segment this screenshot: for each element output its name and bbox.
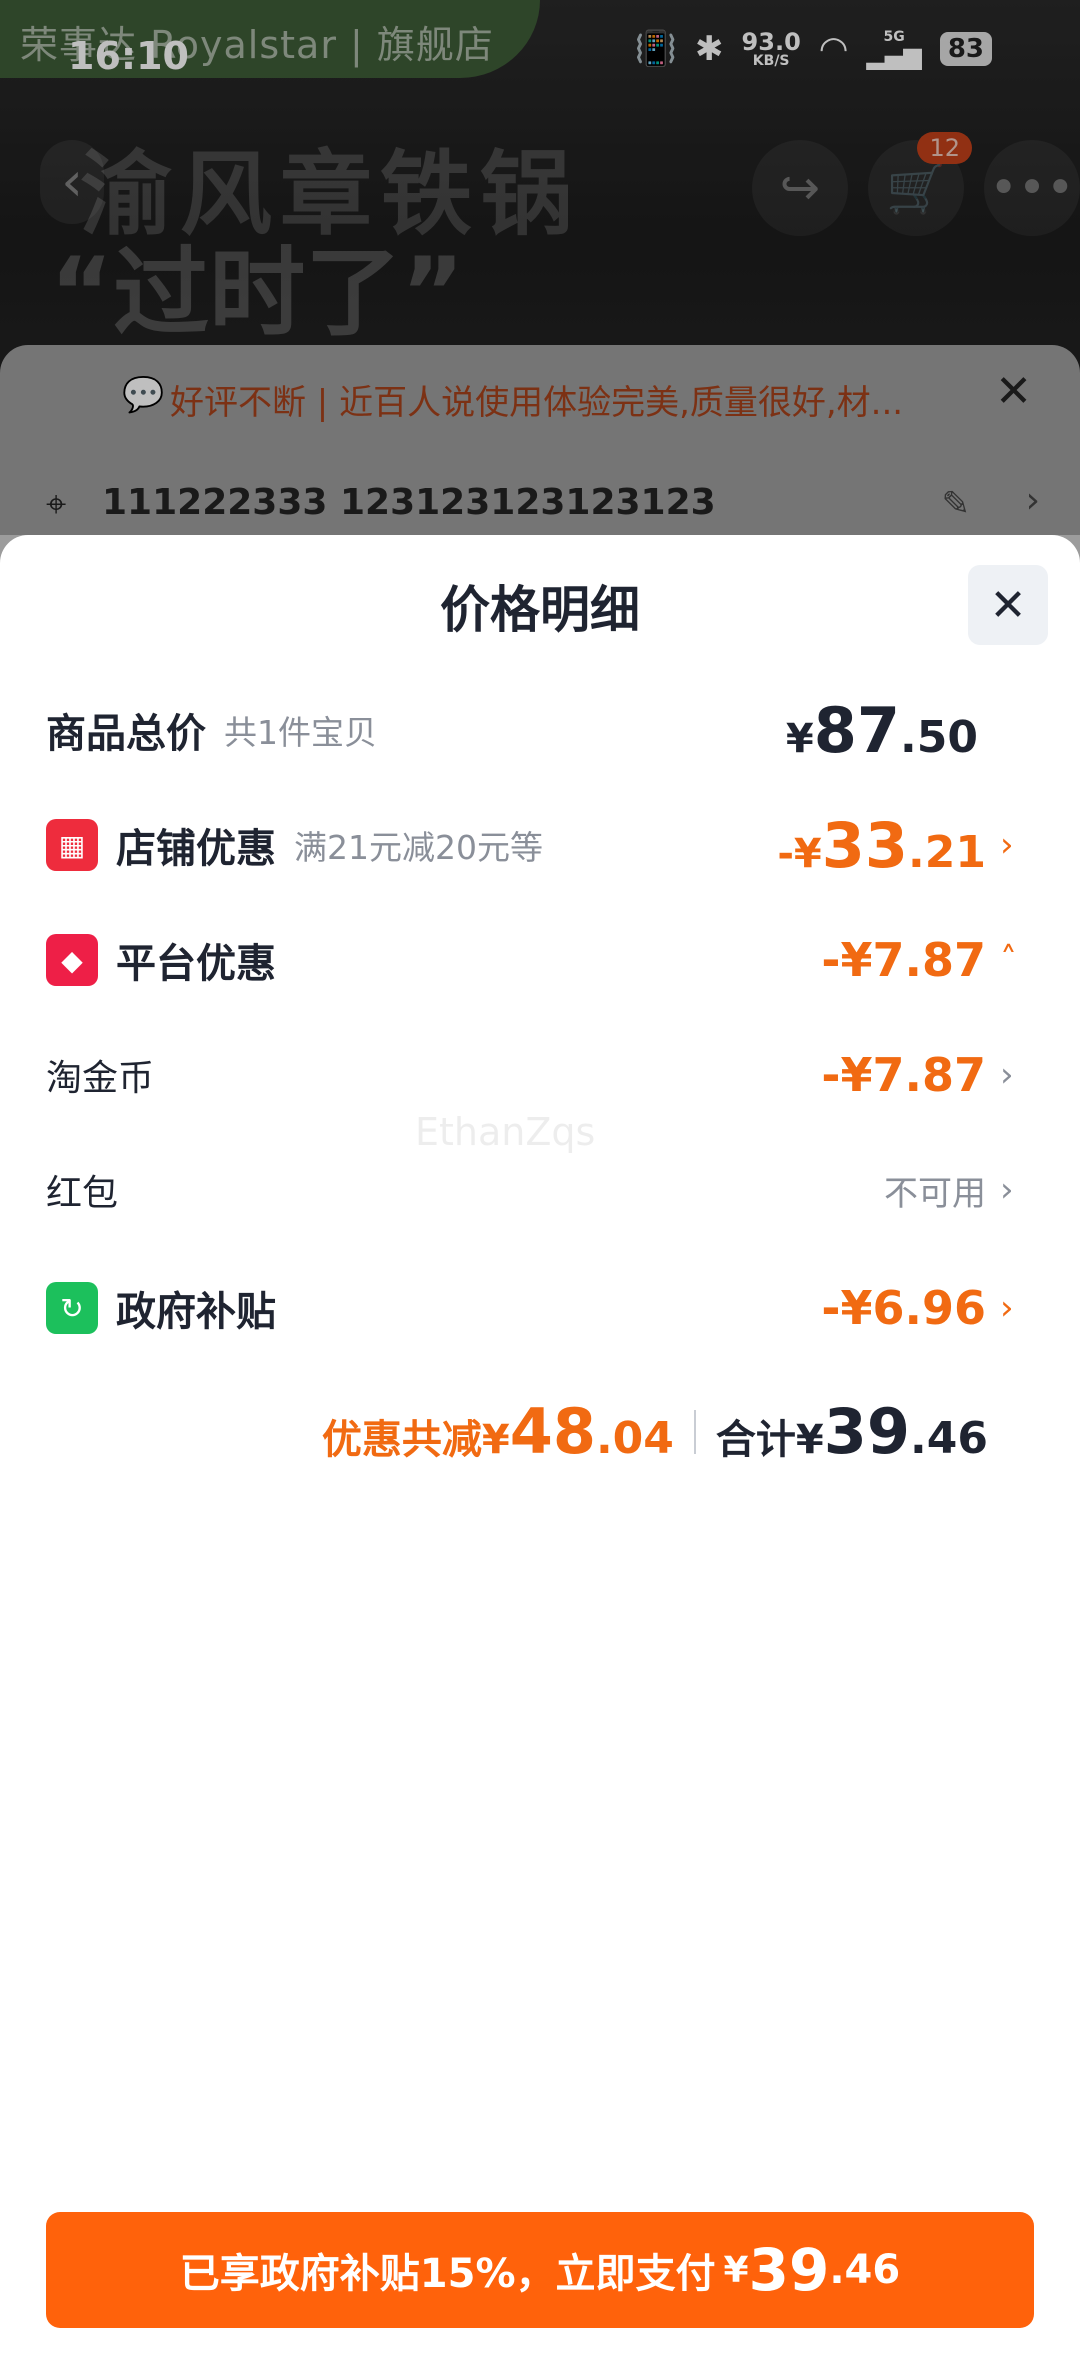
address-text[interactable]: 111222333 123123123123123 [102, 482, 716, 523]
row-store-discount[interactable]: ▦ 店铺优惠 满21元减20元等 -¥ 33 .21 › [46, 800, 1028, 890]
product-page-background: 荣事达 Royalstar | 旗舰店 16:10 📳 ✱ 93.0 KB/S … [0, 0, 1080, 600]
cellular-signal-icon: 5G ▂▄▆ [866, 29, 922, 70]
red-packet-label: 红包 [46, 1173, 119, 1214]
header-actions: ↪ 🛒 12 ••• [752, 132, 1080, 236]
row-gov-subsidy[interactable]: ↻ 政府补贴 -¥6.96 › [46, 1263, 1028, 1353]
net-speed: 93.0 KB/S [742, 30, 801, 68]
chevron-right-icon: › [1000, 825, 1014, 865]
row-taojinbi[interactable]: 淘金币 -¥7.87 › [46, 1030, 1028, 1120]
close-review-icon[interactable]: ✕ [995, 366, 1032, 417]
edit-icon[interactable]: ✎ [942, 484, 971, 524]
chat-icon: 💬 [122, 375, 165, 415]
close-button[interactable]: ✕ [968, 565, 1048, 645]
status-icons: 📳 ✱ 93.0 KB/S ◠ 5G ▂▄▆ 83 [635, 30, 992, 68]
row-red-packet[interactable]: 红包 不可用 › [46, 1145, 1028, 1235]
platform-discount-amount: -¥7.87 [821, 933, 986, 987]
store-discount-prefix: -¥ [777, 830, 822, 877]
taojinbi-label: 淘金币 [46, 1058, 155, 1099]
discount-total-int: 48 [509, 1395, 596, 1468]
total-price-amount: ¥ 87 .50 [786, 694, 978, 767]
vibrate-icon: 📳 [634, 29, 678, 69]
platform-discount-label: 平台优惠 [116, 941, 276, 987]
pay-button-text: 已享政府补贴15%，立即支付 [179, 2251, 716, 2297]
taojinbi-amount: -¥7.87 [821, 1048, 986, 1102]
battery-indicator: 83 [939, 32, 992, 66]
store-discount-label: 店铺优惠 [116, 826, 276, 872]
item-count: 共1件宝贝 [224, 713, 377, 752]
gov-subsidy-label: 政府补贴 [116, 1289, 276, 1335]
store-discount-dec: .21 [908, 826, 986, 878]
more-icon[interactable]: ••• [984, 140, 1080, 236]
pay-button-dec: .46 [829, 2247, 901, 2293]
cart-badge: 12 [917, 132, 972, 164]
store-icon: ▦ [46, 819, 98, 871]
subsidy-icon: ↻ [46, 1282, 98, 1334]
pay-button-int: 39 [748, 2236, 830, 2304]
share-icon[interactable]: ↪ [752, 140, 848, 236]
wifi-icon: ◠ [818, 29, 849, 69]
row-total-price: 商品总价 共1件宝贝 ¥ 87 .50 [46, 685, 1028, 775]
grand-total-int: 39 [823, 1395, 911, 1468]
red-packet-status: 不可用 [884, 1173, 986, 1214]
total-price-label: 商品总价 [46, 711, 206, 757]
total-dec: .50 [900, 711, 978, 763]
bluetooth-icon: ✱ [695, 29, 724, 69]
discount-total-label: 优惠共减¥ [321, 1417, 510, 1463]
pay-button-currency: ¥ [723, 2249, 749, 2291]
store-discount-rule: 满21元减20元等 [294, 828, 543, 867]
review-banner-text: 好评不断 | 近百人说使用体验完美,质量很好,材... [170, 383, 904, 423]
chevron-right-icon: › [1000, 1288, 1014, 1328]
status-time: 16:10 [68, 34, 189, 78]
gov-subsidy-amount: -¥6.96 [821, 1281, 986, 1335]
close-icon: ✕ [989, 579, 1027, 631]
location-icon: ⌖ [46, 484, 67, 525]
watermark: EthanZqs [415, 1110, 596, 1154]
poster-subtitle: “过时了” [50, 237, 465, 349]
net-speed-value: 93.0 [741, 28, 801, 56]
grand-total-label: 合计¥ [715, 1417, 824, 1463]
cart-icon[interactable]: 🛒 12 [868, 132, 972, 236]
discount-total-dec: .04 [595, 1413, 674, 1464]
price-detail-sheet: 价格明细 ✕ 商品总价 共1件宝贝 ¥ 87 .50 ▦ 店铺优惠 满21元减2… [0, 535, 1080, 2374]
net-speed-unit: KB/S [752, 53, 790, 69]
chevron-right-icon: › [1000, 1170, 1014, 1210]
total-int: 87 [813, 693, 901, 767]
address-chevron-icon[interactable]: › [1026, 480, 1040, 521]
row-platform-discount[interactable]: ◆ 平台优惠 -¥7.87 ˄ [46, 915, 1028, 1005]
sheet-title: 价格明细 [440, 581, 640, 639]
summary-divider [693, 1409, 696, 1454]
store-discount-amount: -¥ 33 .21 [777, 809, 986, 882]
tag-icon: ◆ [46, 934, 98, 986]
chevron-right-icon: › [1000, 1055, 1014, 1095]
price-summary: 优惠共减¥ 48 .04 合计¥ 39 .46 [322, 1395, 988, 1468]
grand-total-dec: .46 [910, 1413, 988, 1464]
chevron-up-icon: ˄ [1000, 940, 1017, 980]
store-discount-int: 33 [821, 808, 909, 882]
total-currency: ¥ [785, 715, 814, 762]
pay-now-button[interactable]: 已享政府补贴15%，立即支付 ¥ 39 .46 [46, 2212, 1034, 2328]
